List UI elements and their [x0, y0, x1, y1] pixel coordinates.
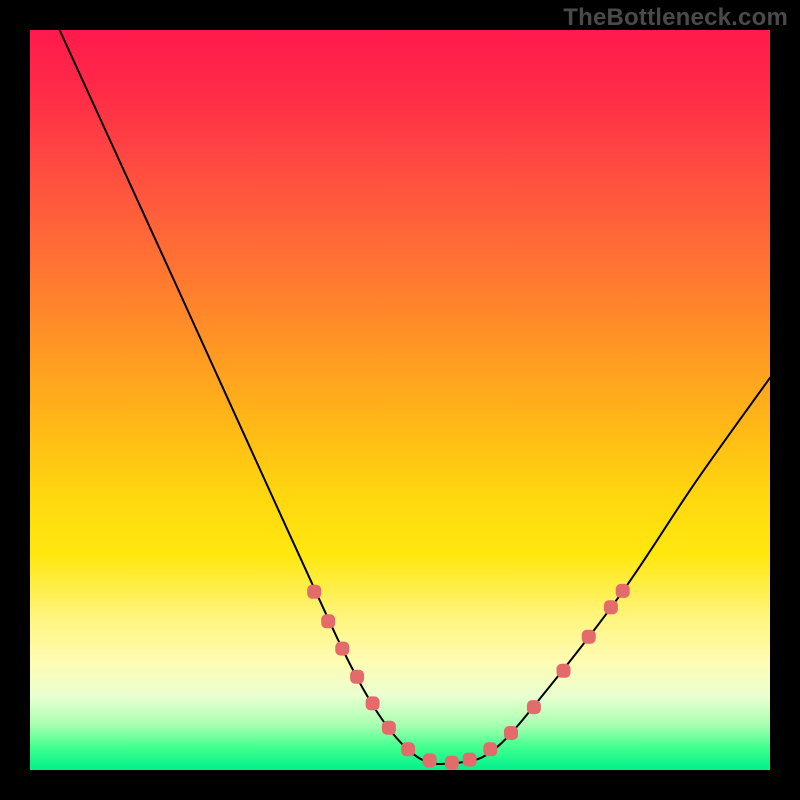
highlight-dot	[382, 721, 396, 735]
highlight-dot	[582, 630, 596, 644]
chart-frame: TheBottleneck.com	[0, 0, 800, 800]
plot-outer	[30, 30, 770, 770]
highlight-dot	[604, 600, 618, 614]
plot-area	[30, 30, 770, 770]
dots-layer	[30, 30, 770, 770]
watermark-text: TheBottleneck.com	[563, 4, 788, 32]
highlight-dot	[445, 756, 459, 770]
highlight-dot	[557, 664, 571, 678]
highlight-dot	[527, 700, 541, 714]
highlight-dot	[366, 696, 380, 710]
highlight-dot	[335, 642, 349, 656]
highlight-dot	[616, 584, 630, 598]
highlight-dot	[307, 585, 321, 599]
highlight-dot	[504, 726, 518, 740]
highlight-dot	[401, 742, 415, 756]
dots-group	[307, 584, 630, 770]
highlight-dot	[423, 753, 437, 767]
highlight-dot	[463, 753, 477, 767]
highlight-dot	[321, 614, 335, 628]
highlight-dot	[483, 742, 497, 756]
highlight-dot	[350, 670, 364, 684]
